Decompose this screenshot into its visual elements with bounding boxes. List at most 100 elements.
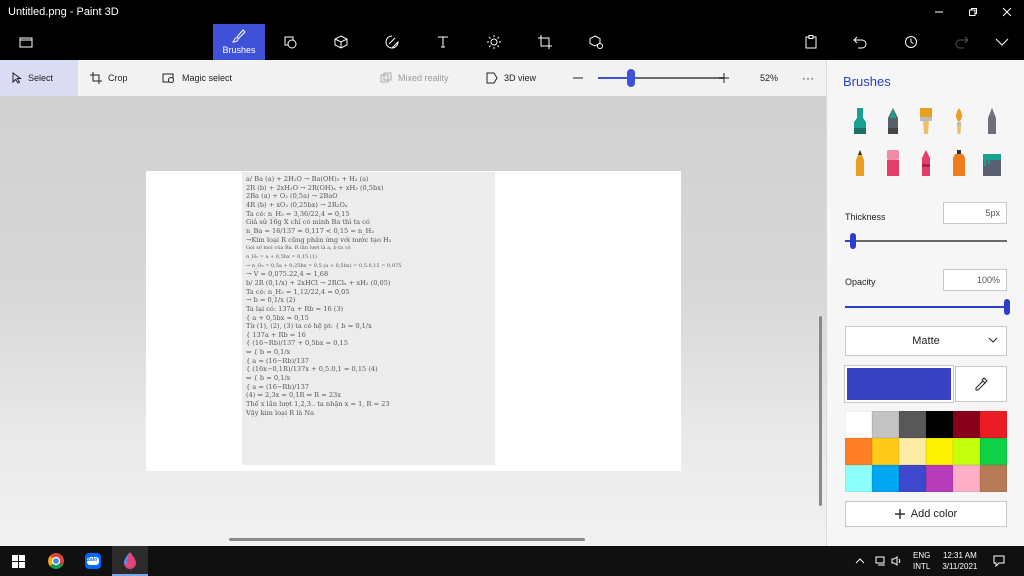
maximize-button[interactable] <box>956 0 990 24</box>
more-button[interactable]: ··· <box>790 60 826 96</box>
history-button[interactable] <box>885 24 937 60</box>
chevron-down-icon <box>988 337 998 343</box>
pasted-document-image[interactable]: a/ Ba (a) + 2H₂O → Ba(OH)₂ + H₂ (a) 2R (b… <box>242 172 495 465</box>
palette-color-swatch[interactable] <box>845 411 872 438</box>
oil-brush[interactable] <box>915 106 937 136</box>
thickness-slider-track[interactable] <box>853 240 1007 242</box>
palette-color-swatch[interactable] <box>872 438 899 465</box>
palette-color-swatch[interactable] <box>926 411 953 438</box>
palette-color-swatch[interactable] <box>845 438 872 465</box>
notifications-icon[interactable] <box>993 555 1005 567</box>
palette-color-swatch[interactable] <box>899 438 926 465</box>
vertical-scrollbar[interactable] <box>819 316 822 506</box>
pixel-pen-brush[interactable] <box>981 106 1003 136</box>
document-line: Ta lại có: 137a + Rb = 16 (3) <box>246 304 344 313</box>
zoom-in-button[interactable] <box>706 60 742 96</box>
palette-color-swatch[interactable] <box>953 438 980 465</box>
current-color-swatch[interactable] <box>844 365 954 403</box>
pencil-brush[interactable] <box>849 148 871 178</box>
magic-select-icon <box>162 73 174 83</box>
magic-select-label: Magic select <box>182 73 233 83</box>
palette-color-swatch[interactable] <box>899 411 926 438</box>
3d-view-label: 3D view <box>504 73 537 83</box>
palette-color-swatch[interactable] <box>845 465 872 492</box>
document-line: →Kim loại R cũng phản ứng với nước tạo H… <box>246 235 392 244</box>
tool-stickers[interactable] <box>366 24 418 60</box>
palette-color-swatch[interactable] <box>980 411 1007 438</box>
opacity-slider-filled[interactable] <box>845 306 1007 308</box>
network-icon[interactable] <box>875 556 887 566</box>
oil-brush-icon <box>920 108 932 134</box>
3d-view-button[interactable]: 3D view <box>474 60 548 96</box>
palette-color-swatch[interactable] <box>926 438 953 465</box>
canvas-area[interactable]: a/ Ba (a) + 2H₂O → Ba(OH)₂ + H₂ (a) 2R (b… <box>0 96 826 546</box>
finish-value: Matte <box>912 335 940 347</box>
crop-label: Crop <box>108 73 128 83</box>
thickness-slider-thumb[interactable] <box>850 233 856 249</box>
tool-3d-library[interactable] <box>570 24 622 60</box>
input-language[interactable]: ENG INTL <box>913 550 930 572</box>
2d-shapes-icon <box>284 36 297 49</box>
folder-icon <box>19 37 33 48</box>
eyedropper-button[interactable] <box>955 366 1007 402</box>
menu-button[interactable] <box>0 24 52 60</box>
taskbar-chrome[interactable] <box>38 546 74 576</box>
spray-can-brush[interactable] <box>948 148 970 178</box>
zoom-slider-thumb[interactable] <box>627 69 635 87</box>
marker-brush[interactable] <box>849 106 871 136</box>
windows-start-icon <box>11 554 25 568</box>
palette-color-swatch[interactable] <box>980 438 1007 465</box>
magic-select-button[interactable]: Magic select <box>150 60 244 96</box>
palette-color-swatch[interactable] <box>899 465 926 492</box>
minimize-button[interactable] <box>922 0 956 24</box>
zoom-out-button[interactable] <box>560 60 596 96</box>
volume-icon[interactable] <box>891 556 903 566</box>
plus-icon <box>719 73 729 83</box>
tool-brushes[interactable]: Brushes <box>213 24 265 60</box>
tool-text[interactable] <box>417 24 469 60</box>
zoom-percent[interactable]: 52% <box>748 60 790 96</box>
clock[interactable]: 12:31 AM 3/11/2021 <box>942 550 977 572</box>
palette-color-swatch[interactable] <box>872 411 899 438</box>
marker-icon <box>854 108 866 134</box>
palette-color-swatch[interactable] <box>872 465 899 492</box>
thickness-input[interactable]: 5px <box>943 202 1007 224</box>
crop-button[interactable]: Crop <box>78 60 140 96</box>
expand-chevron-icon <box>995 38 1009 46</box>
document-line: { a = (16−Rb)/137 <box>246 356 309 365</box>
tool-canvas[interactable] <box>519 24 571 60</box>
pixel-pen-icon <box>988 108 996 134</box>
eraser-brush[interactable] <box>882 148 904 178</box>
start-button[interactable] <box>0 546 36 576</box>
palette-color-swatch[interactable] <box>953 465 980 492</box>
palette-color-swatch[interactable] <box>980 465 1007 492</box>
canvas-paper[interactable]: a/ Ba (a) + 2H₂O → Ba(OH)₂ + H₂ (a) 2R (b… <box>146 171 681 471</box>
paste-button[interactable] <box>785 24 837 60</box>
taskbar-zalo[interactable]: Zalo <box>75 546 111 576</box>
taskbar-paint3d[interactable] <box>112 546 148 576</box>
opacity-slider-thumb[interactable] <box>1004 299 1010 315</box>
palette-color-swatch[interactable] <box>953 411 980 438</box>
show-hidden-icons-chevron-icon[interactable] <box>855 557 865 565</box>
document-line: { a = (16−Rb)/137 <box>246 382 309 391</box>
mixed-reality-button[interactable]: Mixed reality <box>368 60 461 96</box>
document-line: Thế x lần lượt 1,2,3.. ta nhận x = 1, R … <box>246 400 390 409</box>
close-button[interactable] <box>990 0 1024 24</box>
select-button[interactable]: Select <box>0 60 78 96</box>
watercolor-brush[interactable] <box>948 106 970 136</box>
fill-brush[interactable] <box>981 148 1003 178</box>
horizontal-scrollbar[interactable] <box>229 538 585 541</box>
add-color-button[interactable]: Add color <box>845 501 1007 527</box>
expand-button[interactable] <box>980 24 1024 60</box>
eyedropper-icon <box>975 377 988 391</box>
calligraphy-pen-brush[interactable] <box>882 106 904 136</box>
crayon-brush[interactable] <box>915 148 937 178</box>
tool-effects[interactable] <box>468 24 520 60</box>
tool-2d-shapes[interactable] <box>264 24 316 60</box>
brushes-panel: Brushes Thickness 5px Opacity 100% Matte… <box>826 60 1024 546</box>
tool-3d-shapes[interactable] <box>315 24 367 60</box>
palette-color-swatch[interactable] <box>926 465 953 492</box>
finish-dropdown[interactable]: Matte <box>845 326 1007 356</box>
opacity-input[interactable]: 100% <box>943 269 1007 291</box>
undo-button[interactable] <box>834 24 886 60</box>
